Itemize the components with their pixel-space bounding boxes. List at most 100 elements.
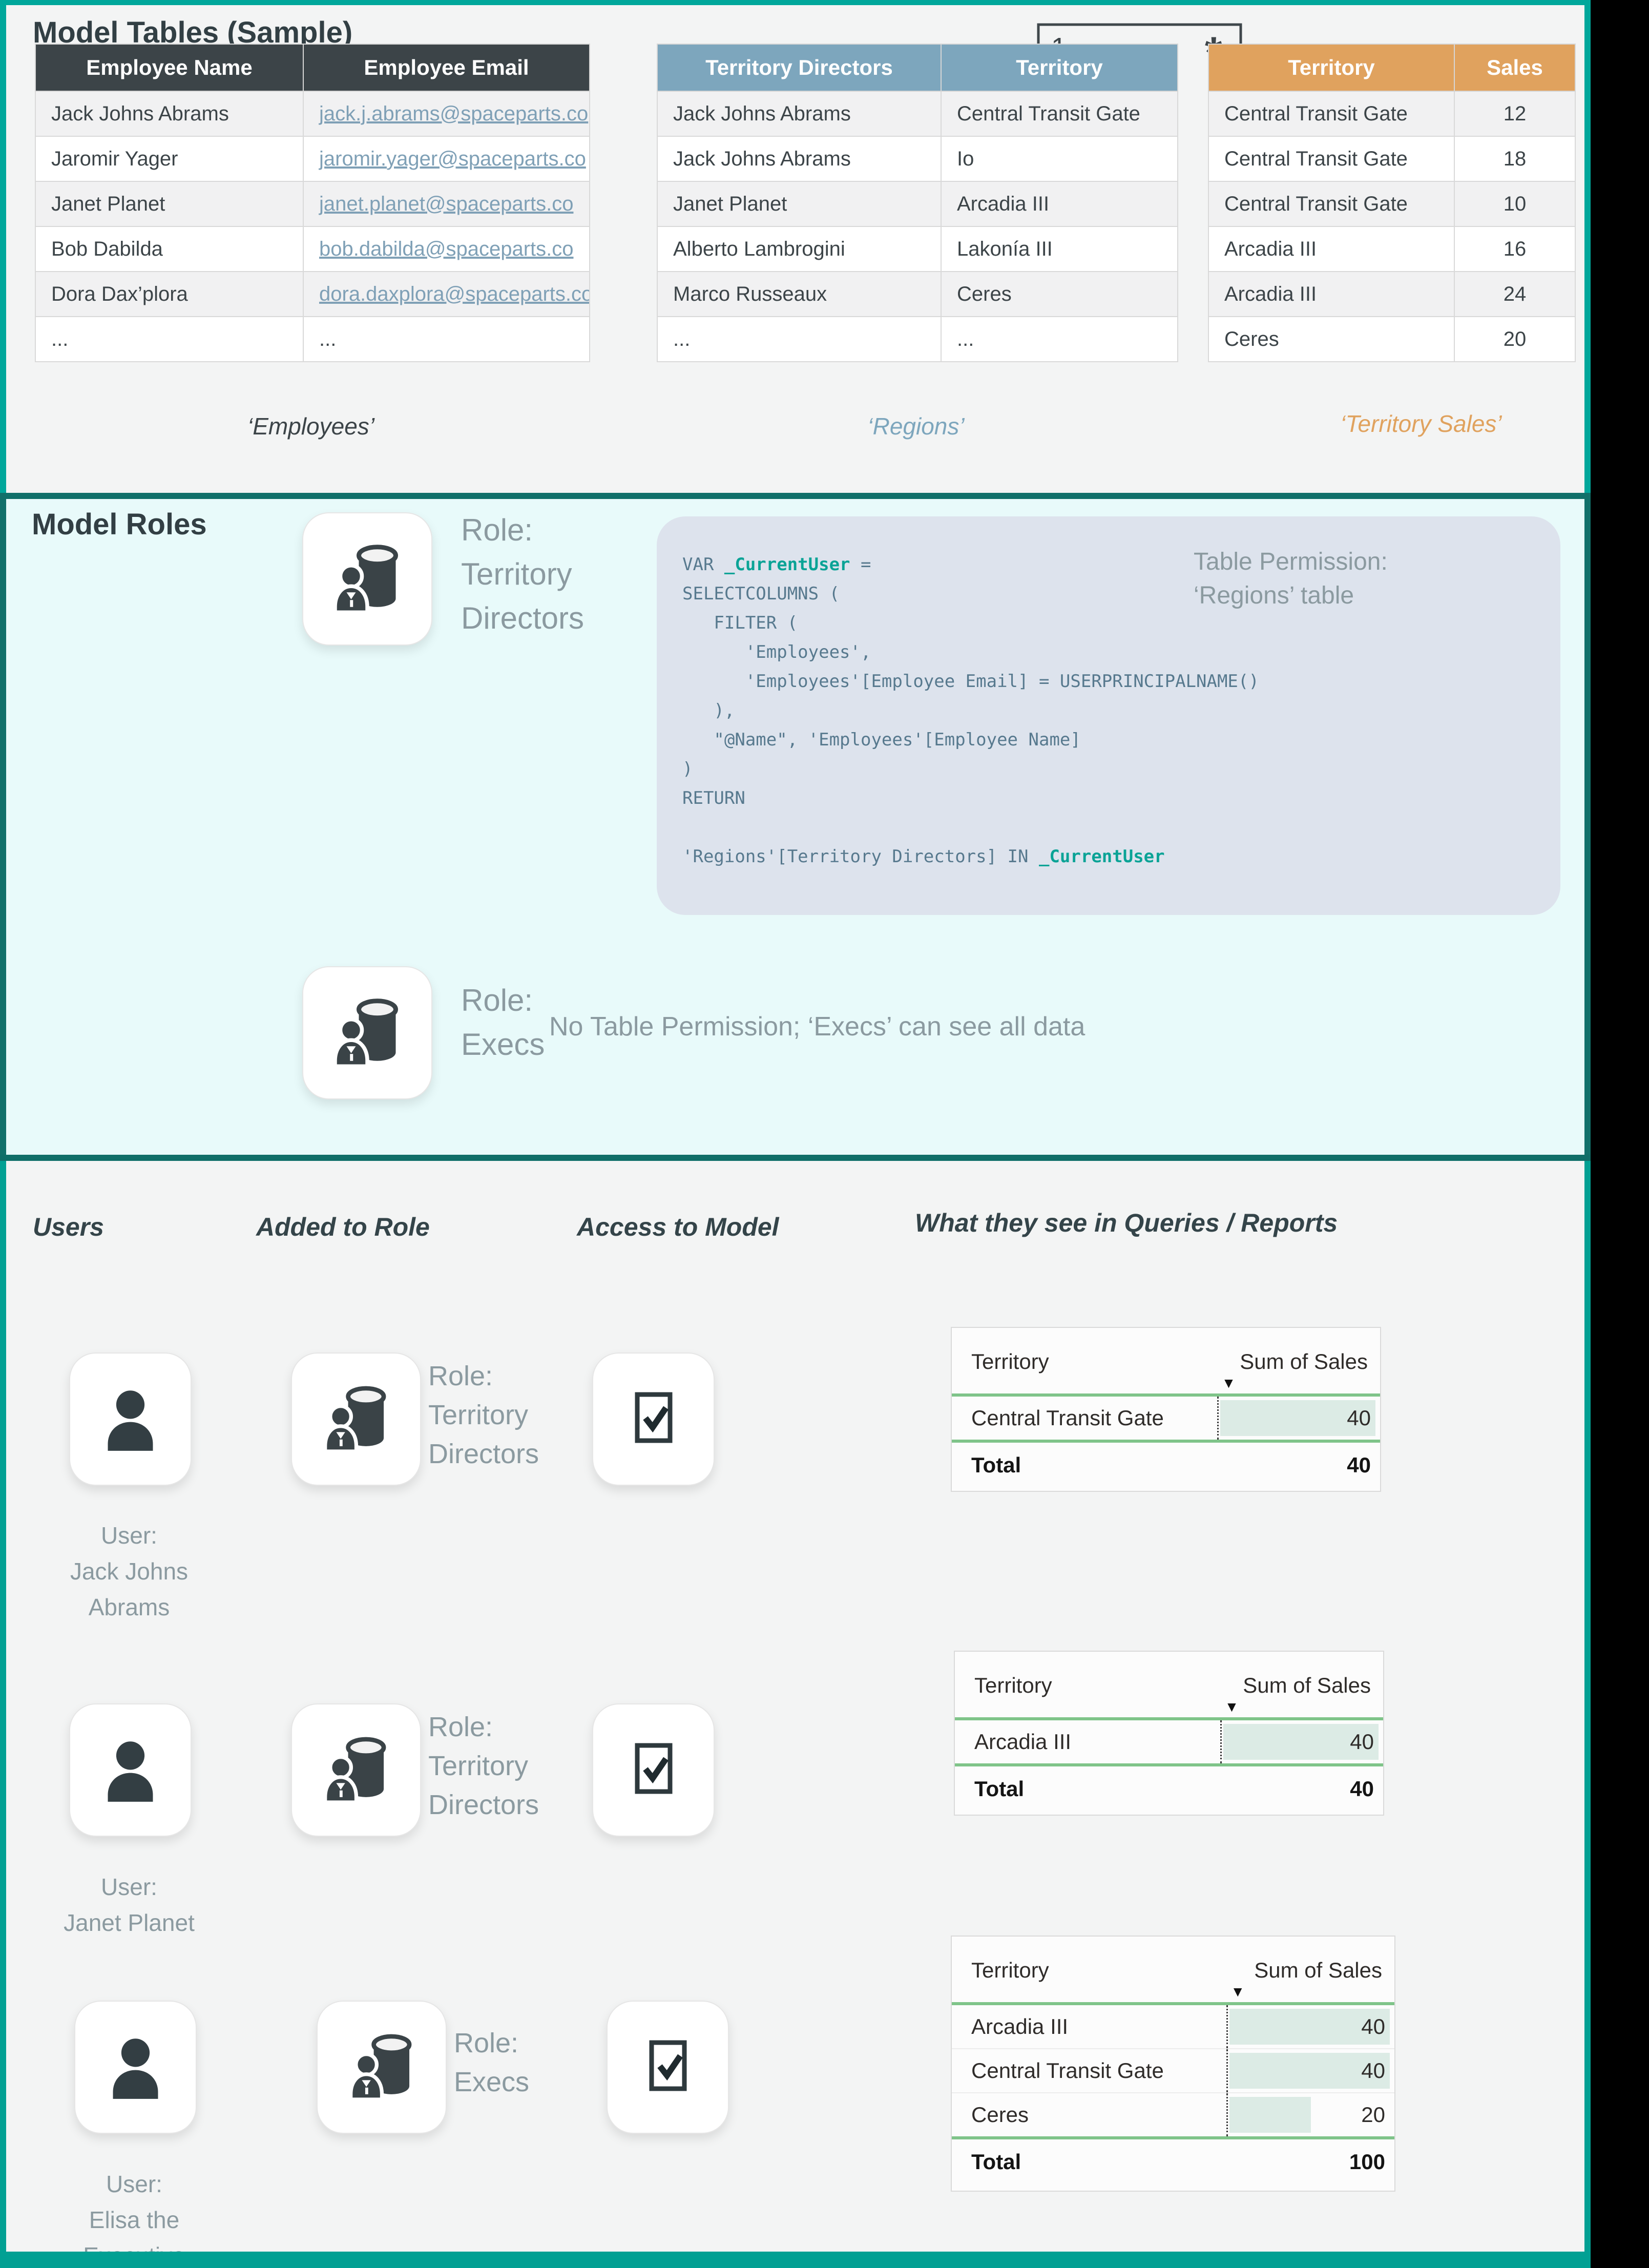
cell-territory: Arcadia III xyxy=(941,181,1178,226)
cell-director: Jack Johns Abrams xyxy=(657,91,941,136)
role-card-territory-directors xyxy=(291,1703,421,1837)
user-name-label: User: Jack Johns Abrams xyxy=(16,1517,242,1625)
cell-employee-email: jack.j.abrams@spaceparts.co xyxy=(303,91,590,136)
cell-territory: Lakonía III xyxy=(941,226,1178,272)
report-row: Central Transit Gate 40 xyxy=(952,2048,1394,2092)
table-row: Jack Johns Abramsjack.j.abrams@spacepart… xyxy=(35,91,590,136)
email-link[interactable]: bob.dabilda@spaceparts.co xyxy=(319,238,573,260)
table-permission-note: Table Permission: ‘Regions’ table xyxy=(1194,545,1388,613)
report-col-sum-of-sales[interactable]: Sum of Sales xyxy=(1243,1673,1371,1698)
column-heading-access-to-model: Access to Model xyxy=(577,1212,779,1242)
report-table: Territory Sum of Sales ▼ Arcadia III 40 … xyxy=(954,1651,1384,1816)
column-header: Sales xyxy=(1454,44,1575,91)
email-link[interactable]: janet.planet@spaceparts.co xyxy=(319,193,573,215)
data-bar xyxy=(1229,2097,1311,2133)
role-database-person-icon xyxy=(329,538,406,619)
access-card xyxy=(592,1353,715,1486)
report-table: Territory Sum of Sales ▼ Arcadia III 40 … xyxy=(951,1936,1395,2192)
email-link[interactable]: jack.j.abrams@spaceparts.co xyxy=(319,102,588,125)
user-icon xyxy=(98,1736,162,1805)
table-row: Jack Johns AbramsCentral Transit Gate xyxy=(657,91,1178,136)
employees-table-caption: ‘Employees’ xyxy=(35,412,587,440)
cell-ellipsis: ... xyxy=(303,317,590,362)
cell-territory: Central Transit Gate xyxy=(1208,181,1454,226)
report-header: Territory Sum of Sales ▼ xyxy=(952,1328,1380,1393)
dax-keyword-currentuser: _CurrentUser xyxy=(1039,846,1165,867)
user-card xyxy=(69,1353,192,1486)
users-section: Users Added to Role Access to Model What… xyxy=(0,1161,1591,2252)
employees-table: Employee Name Employee Email Jack Johns … xyxy=(35,44,590,362)
sort-descending-icon[interactable]: ▼ xyxy=(1225,1699,1239,1715)
role-card-territory-directors xyxy=(302,512,432,646)
cell-employee-email: jaromir.yager@spaceparts.co xyxy=(303,136,590,181)
table-row: Arcadia III24 xyxy=(1208,272,1575,317)
report-col-territory: Territory xyxy=(971,1958,1049,1983)
report-col-sum-of-sales[interactable]: Sum of Sales xyxy=(1240,1349,1368,1374)
cell-employee-email: janet.planet@spaceparts.co xyxy=(303,181,590,226)
role-database-person-icon xyxy=(319,1731,393,1809)
report-header: Territory Sum of Sales ▼ xyxy=(955,1652,1383,1717)
role-database-person-icon xyxy=(319,1380,393,1458)
report-row: Central Transit Gate 40 xyxy=(952,1397,1380,1440)
cell-employee-name: Dora Dax’plora xyxy=(35,272,303,317)
report-total-row: Total 40 xyxy=(955,1766,1383,1812)
report-row: Arcadia III 40 xyxy=(955,1720,1383,1763)
column-heading-added-to-role: Added to Role xyxy=(256,1212,430,1242)
territory-sales-table-caption: ‘Territory Sales’ xyxy=(1239,410,1603,438)
cell-director: Janet Planet xyxy=(657,181,941,226)
user-card xyxy=(69,1703,192,1837)
section-divider xyxy=(0,1155,1591,1161)
report-col-sum-of-sales[interactable]: Sum of Sales xyxy=(1254,1958,1382,1983)
checked-checkbox-icon[interactable] xyxy=(628,1738,679,1802)
dax-keyword-currentuser: _CurrentUser xyxy=(724,554,850,575)
cell-ellipsis: ... xyxy=(657,317,941,362)
sort-descending-icon[interactable]: ▼ xyxy=(1230,1984,1245,2000)
cell-employee-name: Jaromir Yager xyxy=(35,136,303,181)
role-label: Role: Territory Directors xyxy=(428,1357,539,1473)
user-name-label: User: Janet Planet xyxy=(16,1869,242,1941)
cell-sales: 10 xyxy=(1454,181,1575,226)
email-link[interactable]: dora.daxplora@spaceparts.co xyxy=(319,283,590,305)
email-link[interactable]: jaromir.yager@spaceparts.co xyxy=(319,148,586,170)
report-total-row: Total 40 xyxy=(952,1443,1380,1488)
regions-table: Territory Directors Territory Jack Johns… xyxy=(657,44,1178,362)
column-header: Territory xyxy=(1208,44,1454,91)
report-total-row: Total 100 xyxy=(952,2139,1394,2184)
cell-employee-email: dora.daxplora@spaceparts.co xyxy=(303,272,590,317)
checked-checkbox-icon[interactable] xyxy=(628,1387,679,1451)
execs-no-permission-note: No Table Permission; ‘Execs’ can see all… xyxy=(549,1011,1085,1042)
table-row: Marco RusseauxCeres xyxy=(657,272,1178,317)
cell-territory: Central Transit Gate xyxy=(1208,136,1454,181)
table-row: Bob Dabildabob.dabilda@spaceparts.co xyxy=(35,226,590,272)
role-label: Role: Territory Directors xyxy=(428,1708,539,1824)
dax-code-block: VAR _CurrentUser = SELECTCOLUMNS ( FILTE… xyxy=(657,516,1560,915)
cell-territory: Arcadia III xyxy=(1208,272,1454,317)
report-row: Arcadia III 40 xyxy=(952,2005,1394,2048)
user-icon xyxy=(98,1385,162,1454)
cell-territory: Central Transit Gate xyxy=(941,91,1178,136)
cell-employee-email: bob.dabilda@spaceparts.co xyxy=(303,226,590,272)
role-card-execs xyxy=(302,966,432,1099)
section-title-model-roles: Model Roles xyxy=(32,507,207,542)
column-header: Employee Email xyxy=(303,44,590,91)
role-execs-label: Role: Execs xyxy=(461,979,545,1067)
cell-sales: 24 xyxy=(1454,272,1575,317)
report-row: Ceres 20 xyxy=(952,2092,1394,2136)
table-row: Central Transit Gate18 xyxy=(1208,136,1575,181)
model-tables-section: Model Tables (Sample) 1 * Employee Name … xyxy=(0,0,1591,493)
access-card xyxy=(592,1703,715,1837)
column-header: Territory xyxy=(941,44,1178,91)
column-heading-what-they-see: What they see in Queries / Reports xyxy=(915,1208,1338,1238)
territory-sales-table: Territory Sales Central Transit Gate12 C… xyxy=(1208,44,1576,362)
table-row: Central Transit Gate10 xyxy=(1208,181,1575,226)
model-roles-section: Model Roles Role: Territory Directors VA… xyxy=(0,499,1591,1155)
role-label: Role: Execs xyxy=(454,2024,529,2101)
role-card-territory-directors xyxy=(291,1353,421,1486)
sort-descending-icon[interactable]: ▼ xyxy=(1222,1375,1236,1391)
role-database-person-icon xyxy=(345,2028,419,2106)
checked-checkbox-icon[interactable] xyxy=(642,2035,694,2099)
table-row: ...... xyxy=(657,317,1178,362)
table-row: Central Transit Gate12 xyxy=(1208,91,1575,136)
table-row: Janet PlanetArcadia III xyxy=(657,181,1178,226)
table-row: Dora Dax’plora dora.daxplora@spaceparts.c… xyxy=(35,272,590,317)
